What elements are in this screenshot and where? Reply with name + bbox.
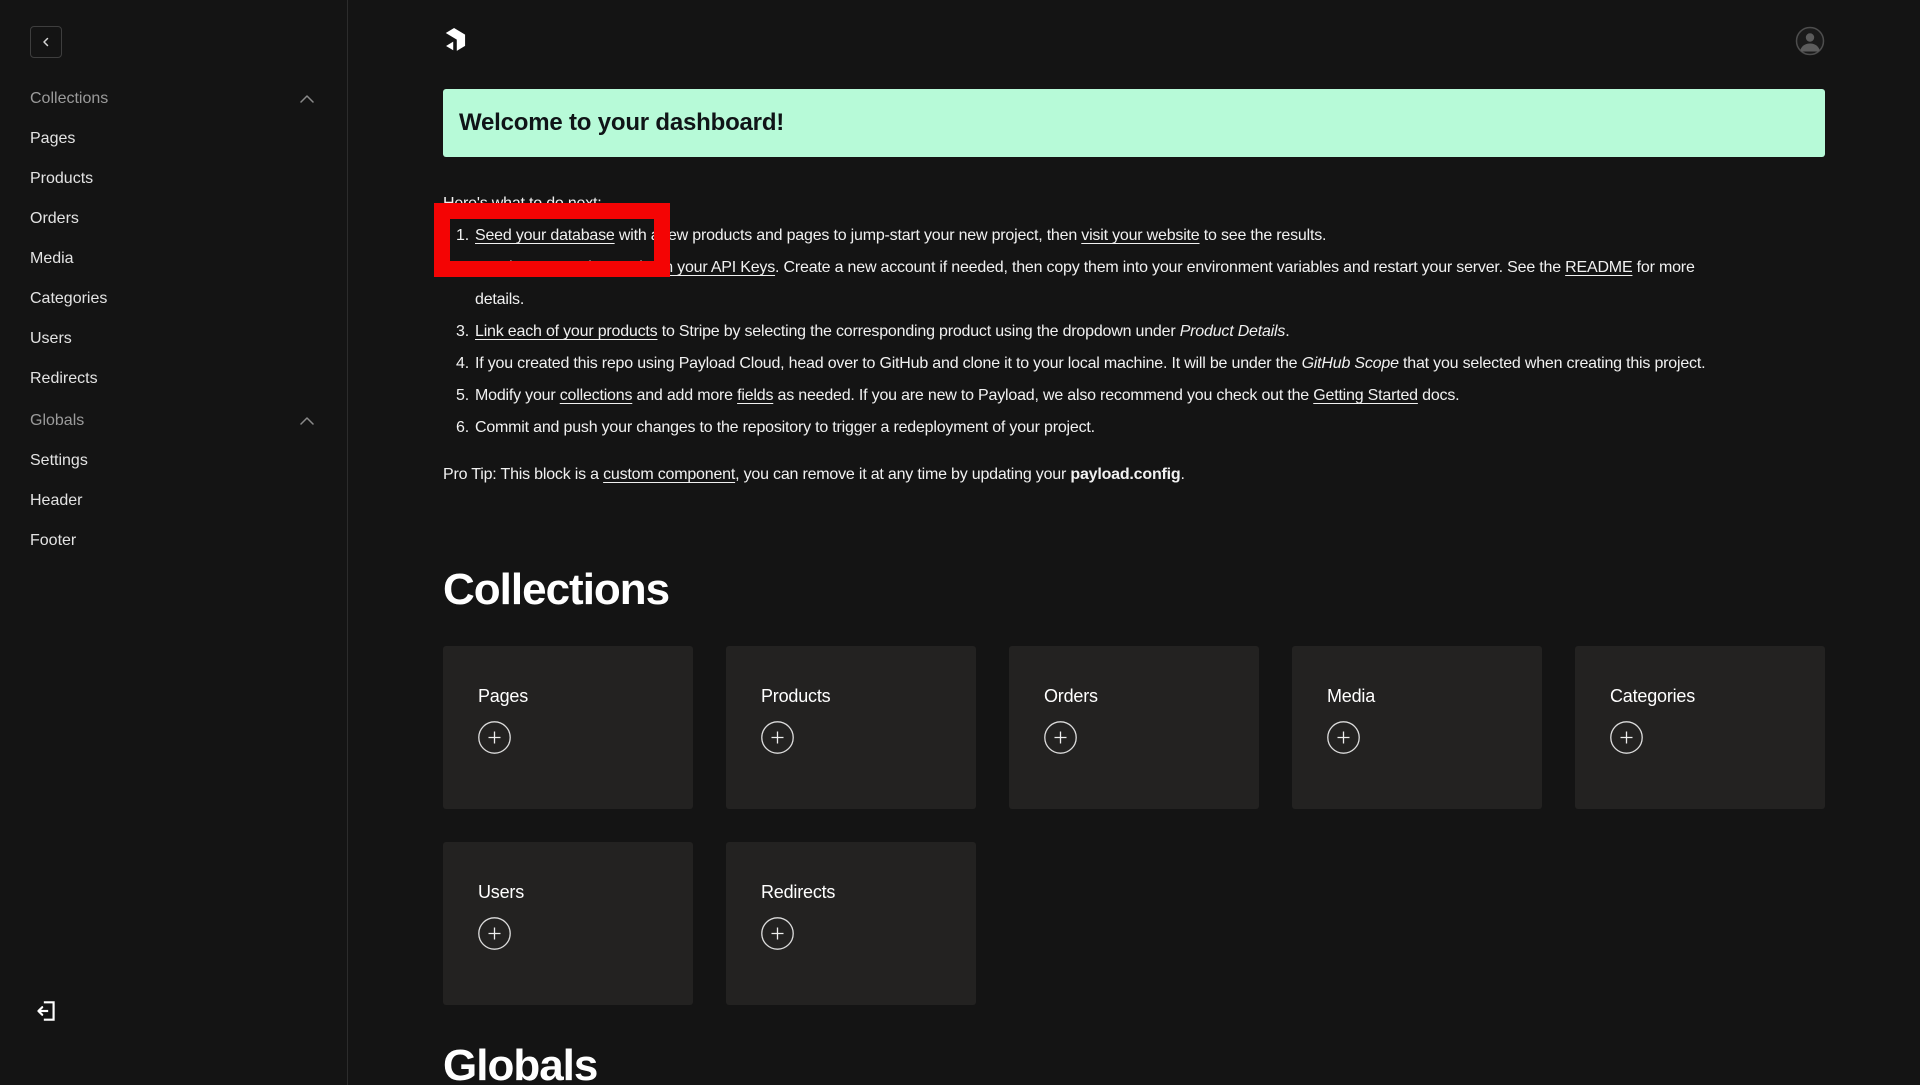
sidebar-collapse-button[interactable]: [30, 26, 62, 58]
collection-card-orders[interactable]: Orders: [1009, 646, 1259, 809]
welcome-banner-text: Welcome to your dashboard!: [459, 109, 784, 137]
create-redirects-button[interactable]: [761, 917, 794, 950]
instruction-item-text: Head over to Stripe to obtain your API K…: [475, 252, 1695, 316]
chevron-left-icon: [39, 35, 53, 49]
collection-card-products[interactable]: Products: [726, 646, 976, 809]
collection-card-title: Users: [478, 882, 658, 903]
instruction-item: 5.Modify your collections and add more f…: [456, 380, 1825, 412]
collection-card-redirects[interactable]: Redirects: [726, 842, 976, 1005]
create-categories-button[interactable]: [1610, 721, 1643, 754]
sidebar-item-header[interactable]: Header: [30, 481, 314, 521]
emphasis-text: Product Details: [1180, 323, 1286, 340]
collection-card-title: Orders: [1044, 686, 1224, 707]
plus-circle-icon: [761, 721, 794, 754]
create-orders-button[interactable]: [1044, 721, 1077, 754]
create-pages-button[interactable]: [478, 721, 511, 754]
inline-link[interactable]: fields: [737, 387, 773, 404]
payload-dashboard: CollectionsPagesProductsOrdersMediaCateg…: [0, 0, 1920, 1085]
plus-circle-icon: [478, 721, 511, 754]
collections-section-title: Collections: [443, 564, 1825, 616]
sidebar-section-label: Collections: [30, 90, 108, 108]
topbar: [443, 0, 1825, 56]
chevron-up-icon: [300, 95, 314, 103]
sidebar-item-media[interactable]: Media: [30, 239, 314, 279]
instruction-item-text: Seed your database with a few products a…: [475, 220, 1326, 252]
sidebar-section-globals: Globals SettingsHeaderFooter: [30, 401, 314, 561]
plus-circle-icon: [1610, 721, 1643, 754]
inline-link[interactable]: custom component: [603, 466, 735, 483]
sidebar-item-orders[interactable]: Orders: [30, 199, 314, 239]
sidebar-item-footer[interactable]: Footer: [30, 521, 314, 561]
instruction-item-number: 3.: [456, 316, 469, 348]
instruction-item-text: Link each of your products to Stripe by …: [475, 316, 1289, 348]
collection-card-categories[interactable]: Categories: [1575, 646, 1825, 809]
instruction-item-number: 2.: [456, 252, 469, 316]
instructions-block: Here's what to do next: 1.Seed your data…: [443, 188, 1825, 491]
logout-button[interactable]: [30, 995, 62, 1027]
sidebar-item-pages[interactable]: Pages: [30, 119, 314, 159]
logout-icon: [33, 998, 59, 1024]
instruction-item: 4.If you created this repo using Payload…: [456, 348, 1825, 380]
instruction-item-text: Modify your collections and add more fie…: [475, 380, 1459, 412]
collection-card-title: Pages: [478, 686, 658, 707]
sidebar-section-header-globals[interactable]: Globals: [30, 401, 314, 441]
sidebar: Collections PagesProductsOrdersMediaCateg…: [0, 0, 348, 1085]
inline-link[interactable]: Seed your database: [475, 227, 615, 244]
main-content: Welcome to your dashboard! Here's what t…: [348, 0, 1920, 1085]
collection-card-title: Redirects: [761, 882, 941, 903]
collections-card-grid: Pages Products Orders Media Categories Users R…: [443, 646, 1825, 1005]
instruction-item-number: 4.: [456, 348, 469, 380]
instruction-item: 6.Commit and push your changes to the re…: [456, 412, 1825, 444]
sidebar-section-header-collections[interactable]: Collections: [30, 79, 314, 119]
sidebar-item-products[interactable]: Products: [30, 159, 314, 199]
emphasis-text: GitHub Scope: [1302, 355, 1399, 372]
create-products-button[interactable]: [761, 721, 794, 754]
payload-logo-icon[interactable]: [443, 26, 467, 54]
instruction-item-number: 1.: [456, 220, 469, 252]
inline-link[interactable]: visit your website: [1081, 227, 1199, 244]
collection-card-title: Categories: [1610, 686, 1790, 707]
plus-circle-icon: [1044, 721, 1077, 754]
plus-circle-icon: [1327, 721, 1360, 754]
globals-section-title: Globals: [443, 1040, 1825, 1085]
plus-circle-icon: [761, 917, 794, 950]
create-users-button[interactable]: [478, 917, 511, 950]
inline-link[interactable]: Link each of your products: [475, 323, 657, 340]
instruction-item: 3.Link each of your products to Stripe b…: [456, 316, 1825, 348]
inline-link[interactable]: README: [1565, 259, 1632, 276]
account-button[interactable]: [1795, 26, 1825, 56]
instruction-item: 1.Seed your database with a few products…: [456, 220, 1825, 252]
inline-link[interactable]: Getting Started: [1313, 387, 1418, 404]
collection-card-media[interactable]: Media: [1292, 646, 1542, 809]
collection-card-title: Products: [761, 686, 941, 707]
collection-card-title: Media: [1327, 686, 1507, 707]
sidebar-section-label: Globals: [30, 412, 84, 430]
bold-text: payload.config: [1070, 466, 1180, 483]
instruction-item: 2.Head over to Stripe to obtain your API…: [456, 252, 1825, 316]
instruction-item-number: 6.: [456, 412, 469, 444]
sidebar-item-settings[interactable]: Settings: [30, 441, 314, 481]
pro-tip: Pro Tip: This block is a custom componen…: [443, 459, 1825, 491]
collection-card-pages[interactable]: Pages: [443, 646, 693, 809]
create-media-button[interactable]: [1327, 721, 1360, 754]
instructions-intro: Here's what to do next:: [443, 188, 1825, 220]
plus-circle-icon: [478, 917, 511, 950]
sidebar-nav: Collections PagesProductsOrdersMediaCateg…: [30, 79, 314, 561]
collection-card-users[interactable]: Users: [443, 842, 693, 1005]
sidebar-item-users[interactable]: Users: [30, 319, 314, 359]
instruction-item-text: If you created this repo using Payload C…: [475, 348, 1705, 380]
chevron-up-icon: [300, 417, 314, 425]
user-avatar-icon: [1795, 26, 1825, 56]
sidebar-item-redirects[interactable]: Redirects: [30, 359, 314, 399]
sidebar-section-collections: Collections PagesProductsOrdersMediaCateg…: [30, 79, 314, 399]
instructions-list: 1.Seed your database with a few products…: [443, 220, 1825, 444]
welcome-banner: Welcome to your dashboard!: [443, 89, 1825, 157]
instruction-item-text: Commit and push your changes to the repo…: [475, 412, 1095, 444]
inline-link[interactable]: obtain your API Keys: [631, 259, 776, 276]
sidebar-item-categories[interactable]: Categories: [30, 279, 314, 319]
instruction-item-number: 5.: [456, 380, 469, 412]
inline-link[interactable]: collections: [560, 387, 633, 404]
